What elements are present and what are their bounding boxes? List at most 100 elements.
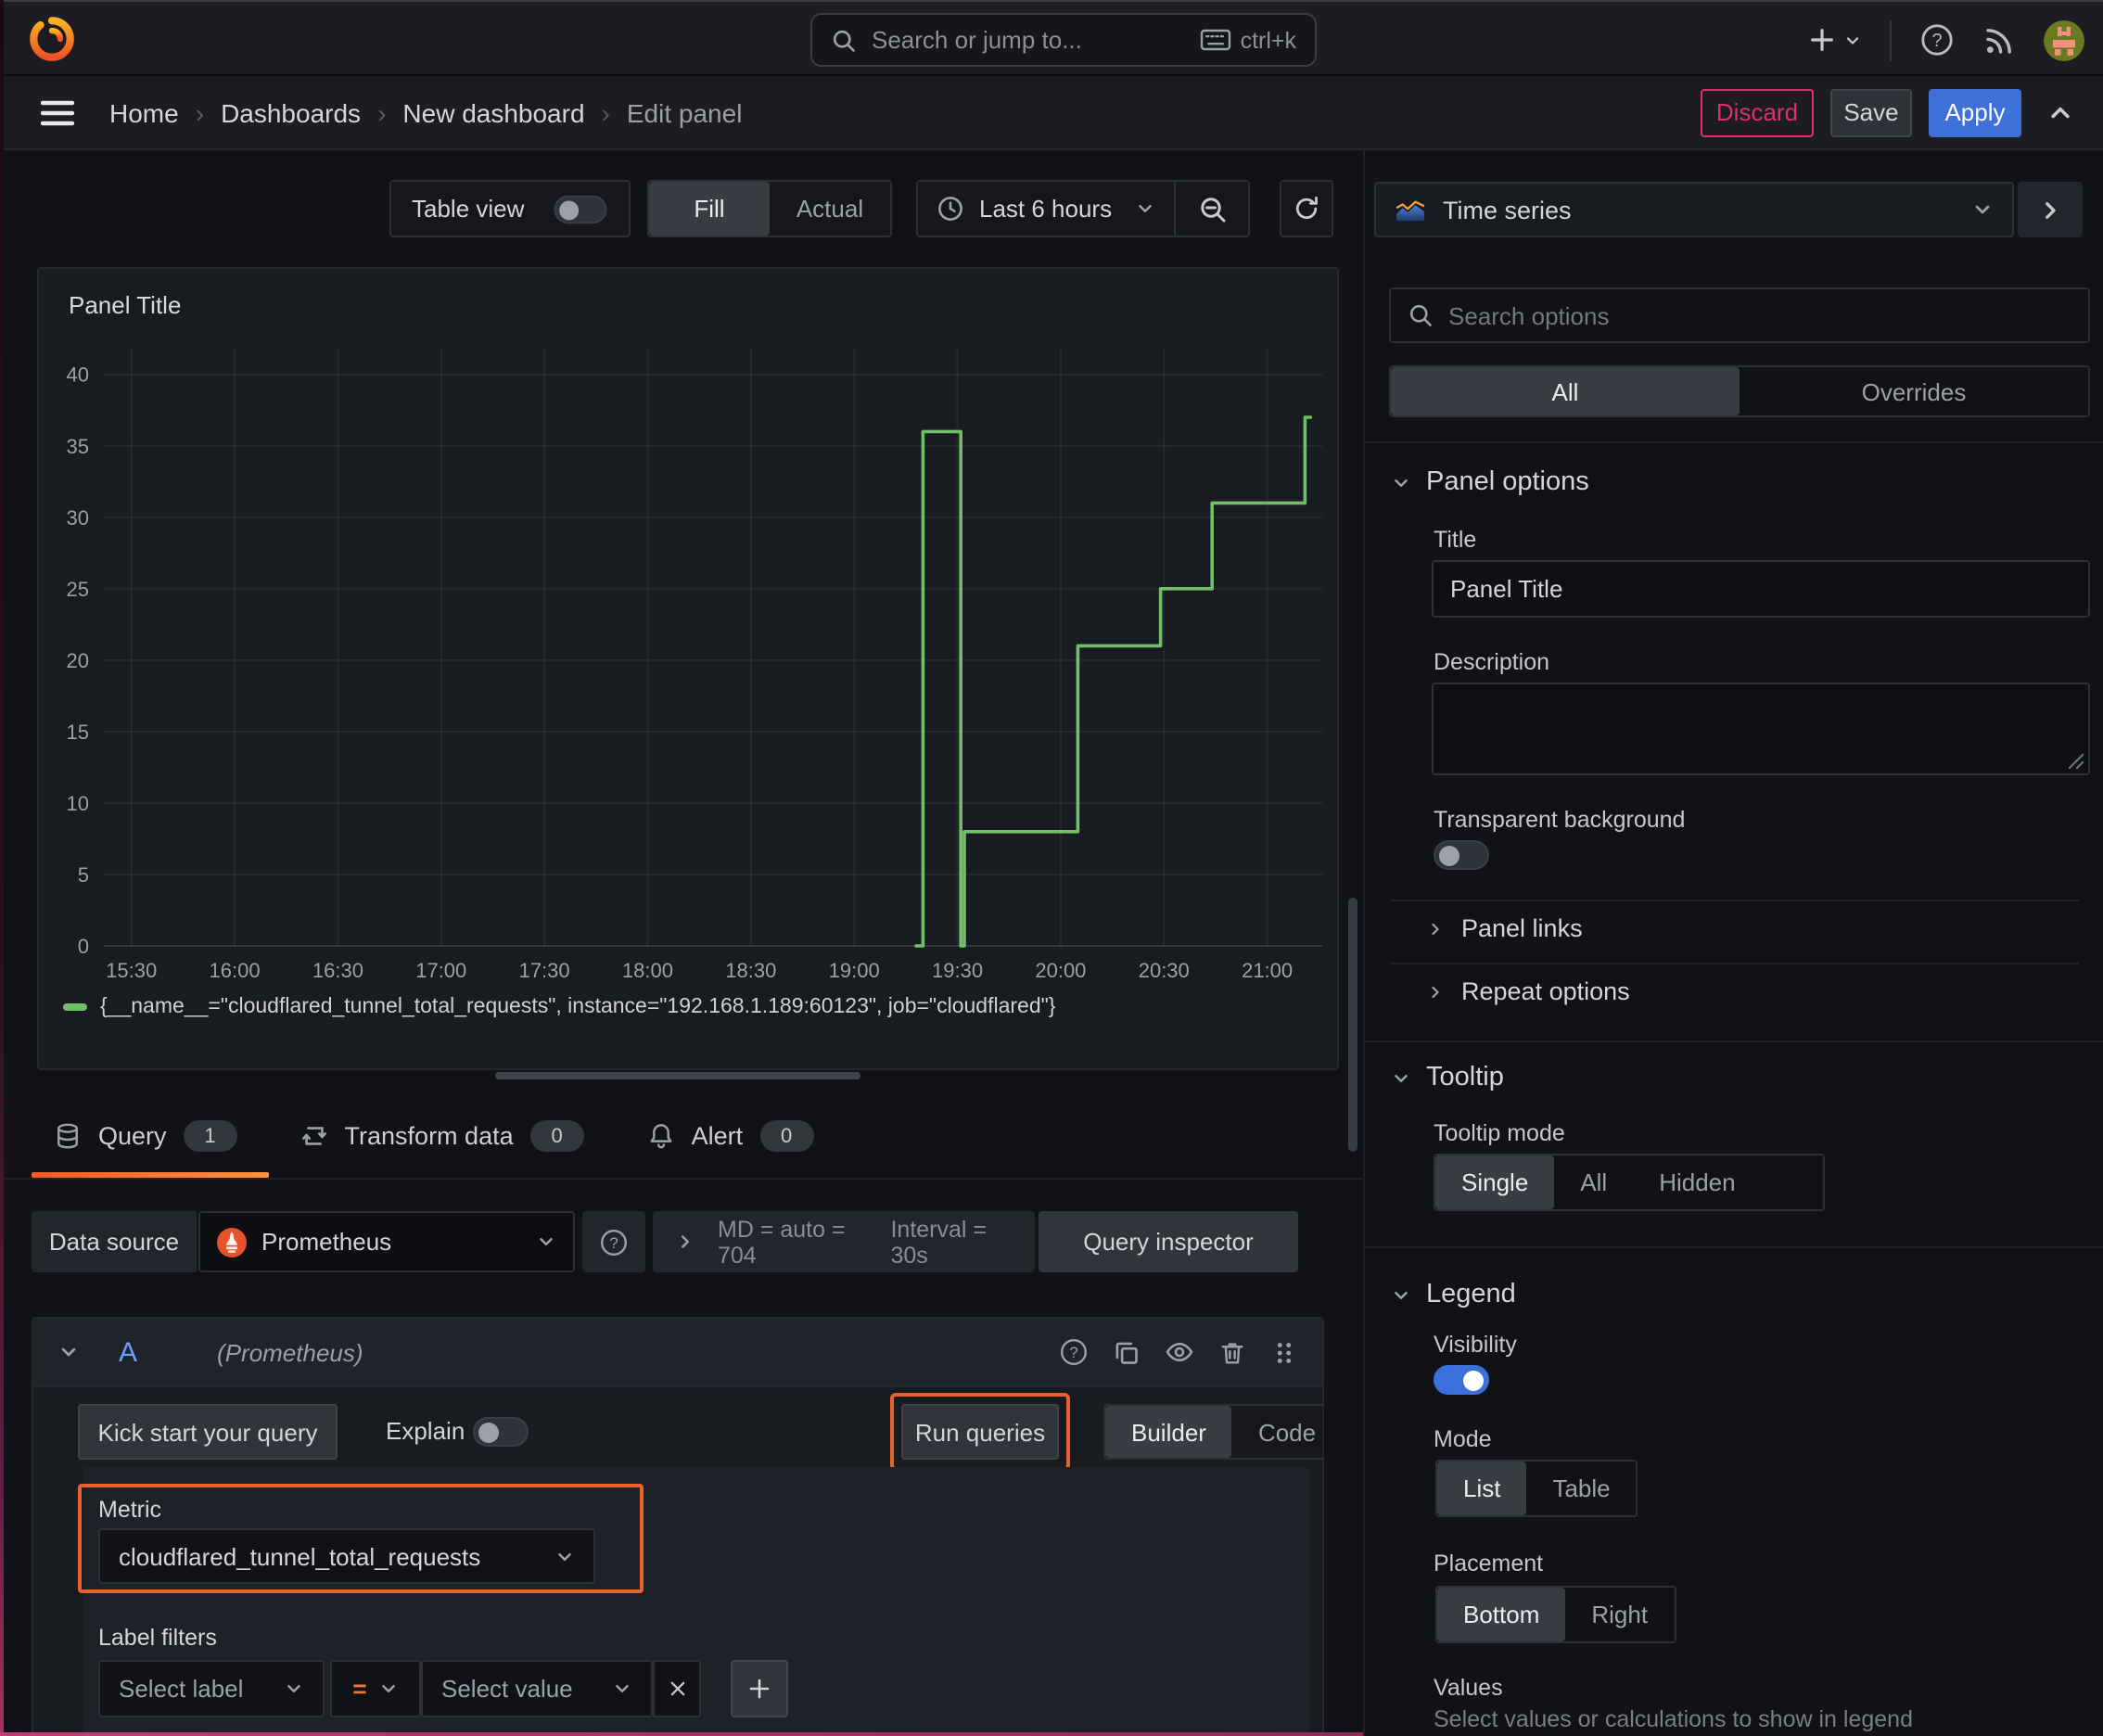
transparent-background-toggle[interactable] — [1434, 840, 1489, 870]
query-row-header[interactable]: A (Prometheus) ? — [33, 1319, 1322, 1387]
chart-legend[interactable]: {__name__="cloudflared_tunnel_total_requ… — [63, 996, 1055, 1018]
add-new-button[interactable] — [1808, 26, 1862, 54]
tooltip-mode-hidden[interactable]: Hidden — [1633, 1155, 1761, 1209]
toggle-visibility-eye-icon[interactable] — [1165, 1337, 1194, 1367]
svg-text:?: ? — [1931, 31, 1942, 51]
run-queries-highlight-box: Run queries — [890, 1393, 1070, 1471]
legend-mode-table[interactable]: Table — [1526, 1462, 1636, 1515]
duplicate-query-icon[interactable] — [1113, 1338, 1141, 1366]
chevron-down-icon — [1391, 1067, 1411, 1088]
actual-option[interactable]: Actual — [770, 182, 890, 236]
transform-icon — [300, 1122, 328, 1150]
tab-query-label: Query — [98, 1122, 167, 1150]
datasource-help-icon[interactable]: ? — [582, 1211, 645, 1272]
tab-transform-data[interactable]: Transform data 0 — [300, 1094, 584, 1178]
apply-button[interactable]: Apply — [1929, 88, 2021, 136]
visualization-panel[interactable]: 0 5 10 15 20 25 30 35 40 15:30 16:00 16:30 17:00 17:3… — [37, 267, 1339, 1070]
menu-hamburger-icon[interactable] — [41, 99, 74, 125]
search-icon — [831, 27, 857, 53]
grafana-logo-icon[interactable] — [28, 15, 76, 63]
code-option[interactable]: Code — [1232, 1406, 1322, 1458]
explain-toggle[interactable] — [473, 1417, 529, 1447]
global-search-input[interactable]: Search or jump to... ctrl+k — [810, 13, 1317, 67]
section-legend[interactable]: Legend — [1391, 1274, 1516, 1315]
chevron-down-icon — [1971, 198, 1994, 221]
legend-placement-label: Placement — [1434, 1551, 1544, 1576]
query-help-icon[interactable]: ? — [1059, 1337, 1089, 1367]
operator-dropdown[interactable]: = — [330, 1660, 421, 1717]
panel-description-textarea[interactable] — [1432, 683, 2090, 775]
tab-overrides[interactable]: Overrides — [1740, 367, 2088, 415]
tab-query-count: 1 — [183, 1120, 237, 1152]
user-avatar[interactable] — [2044, 19, 2084, 60]
visualization-picker[interactable]: Time series — [1374, 182, 2014, 237]
run-queries-button[interactable]: Run queries — [901, 1404, 1059, 1460]
table-view-toggle-group[interactable]: Table view — [389, 180, 631, 237]
drag-handle-grip-icon[interactable] — [1270, 1338, 1298, 1366]
time-series-chart[interactable]: 0 5 10 15 20 25 30 35 40 15:30 16:00 16:30 17:00 17:3… — [39, 269, 1341, 1070]
options-search-input[interactable]: Search options — [1389, 287, 2090, 343]
y-axis-tick-label: 5 — [78, 863, 89, 887]
tooltip-mode-single[interactable]: Single — [1435, 1155, 1555, 1209]
refresh-button[interactable] — [1280, 180, 1333, 237]
tab-alert[interactable]: Alert 0 — [647, 1094, 814, 1178]
legend-mode-label: Mode — [1434, 1426, 1492, 1452]
remove-filter-button[interactable] — [653, 1660, 701, 1717]
select-value-dropdown[interactable]: Select value — [421, 1660, 653, 1717]
tab-all[interactable]: All — [1391, 367, 1740, 415]
breadcrumb-dashboards[interactable]: Dashboards — [221, 97, 361, 127]
divider — [1365, 441, 2103, 443]
interval: Interval = 30s — [890, 1216, 987, 1268]
delete-query-trash-icon[interactable] — [1218, 1338, 1246, 1366]
chevron-down-icon — [378, 1679, 399, 1699]
edit-panel-left-pane: Table view Fill Actual Last 6 hours 0 5 … — [0, 150, 1363, 1736]
legend-visibility-toggle[interactable] — [1434, 1365, 1489, 1395]
chevron-down-icon[interactable] — [57, 1341, 80, 1363]
panel-links-collapsed-section[interactable]: Panel links — [1426, 914, 1583, 942]
legend-placement-bottom[interactable]: Bottom — [1437, 1588, 1566, 1641]
section-panel-options[interactable]: Panel options — [1391, 462, 1589, 503]
breadcrumb-home[interactable]: Home — [109, 97, 179, 127]
zoom-out-time-button[interactable] — [1174, 182, 1248, 236]
repeat-options-collapsed-section[interactable]: Repeat options — [1426, 977, 1630, 1005]
select-label-dropdown[interactable]: Select label — [98, 1660, 325, 1717]
builder-option[interactable]: Builder — [1105, 1406, 1232, 1458]
collapse-pane-chevron-right-icon[interactable] — [2018, 182, 2083, 237]
database-icon — [54, 1122, 82, 1150]
add-filter-button[interactable] — [731, 1660, 788, 1717]
fill-option[interactable]: Fill — [649, 182, 770, 236]
textarea-resize-handle[interactable] — [2068, 753, 2084, 770]
discard-button[interactable]: Discard — [1701, 88, 1814, 136]
tooltip-mode-all[interactable]: All — [1554, 1155, 1633, 1209]
legend-series-name[interactable]: {__name__="cloudflared_tunnel_total_requ… — [100, 996, 1055, 1018]
news-rss-icon[interactable] — [1982, 23, 2016, 57]
breadcrumb-new-dashboard[interactable]: New dashboard — [402, 97, 584, 127]
table-view-toggle[interactable] — [554, 194, 607, 223]
description-field-label: Description — [1434, 649, 1550, 675]
collapse-options-chevron-up-icon[interactable] — [2038, 99, 2083, 125]
pane-resize-handle[interactable] — [495, 1072, 860, 1079]
y-axis-tick-label: 15 — [67, 721, 89, 744]
query-inspector-button[interactable]: Query inspector — [1039, 1211, 1298, 1272]
legend-mode-list[interactable]: List — [1437, 1462, 1527, 1515]
shortcut-label: ctrl+k — [1240, 27, 1296, 53]
divider — [1391, 963, 2079, 964]
legend-placement-right[interactable]: Right — [1565, 1588, 1674, 1641]
panel-title-input[interactable]: Panel Title — [1432, 560, 2090, 618]
metric-select[interactable]: cloudflared_tunnel_total_requests — [98, 1528, 595, 1584]
save-button[interactable]: Save — [1830, 88, 1912, 136]
top-bar: Search or jump to... ctrl+k ? — [0, 0, 2103, 76]
divider — [1890, 19, 1892, 60]
time-range-picker[interactable]: Last 6 hours — [918, 182, 1174, 236]
time-range-label: Last 6 hours — [979, 195, 1113, 223]
x-axis-tick-label: 17:00 — [415, 959, 466, 982]
section-tooltip[interactable]: Tooltip — [1391, 1057, 1504, 1098]
help-icon[interactable]: ? — [1919, 22, 1955, 57]
tooltip-mode-label: Tooltip mode — [1434, 1120, 1565, 1146]
section-panel-options-title: Panel options — [1426, 467, 1589, 497]
kick-start-query-button[interactable]: Kick start your query — [78, 1404, 338, 1460]
query-options-summary[interactable]: MD = auto = 704 Interval = 30s — [653, 1211, 1035, 1272]
datasource-picker[interactable]: Prometheus — [198, 1211, 575, 1272]
y-axis-tick-label: 25 — [67, 578, 89, 601]
tab-query[interactable]: Query 1 — [54, 1094, 237, 1178]
